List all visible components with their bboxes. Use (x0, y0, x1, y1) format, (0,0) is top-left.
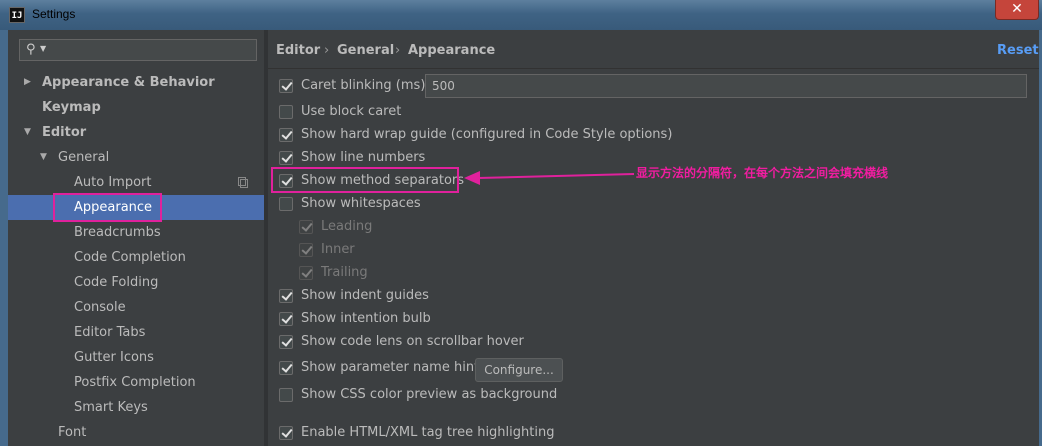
checkbox[interactable] (279, 105, 293, 119)
tree-item-label: Breadcrumbs (74, 225, 161, 240)
tree-item-label: Postfix Completion (74, 375, 196, 390)
breadcrumb-separator: › (324, 43, 330, 58)
highlight-box-method-separators (271, 167, 459, 193)
checkbox (299, 243, 313, 257)
tree-item-keymap[interactable]: Keymap (8, 95, 264, 120)
option-label: Show parameter name hints (301, 360, 486, 375)
highlight-box-appearance (53, 193, 162, 222)
reset-link[interactable]: Reset (997, 43, 1039, 58)
tree-item-label: Gutter Icons (74, 350, 154, 365)
project-settings-icon (238, 177, 248, 188)
checkbox[interactable] (279, 388, 293, 402)
search-icon: ⚲ (26, 42, 36, 57)
tree-item-smart-keys[interactable]: Smart Keys (8, 395, 264, 420)
breadcrumb-separator: › (395, 43, 401, 58)
option-label: Show hard wrap guide (configured in Code… (301, 127, 673, 142)
option-label: Inner (321, 242, 355, 257)
tree-item-font[interactable]: Font (8, 420, 264, 445)
option-label: Show line numbers (301, 150, 426, 165)
tree-item-label: Editor Tabs (74, 325, 146, 340)
title-bar: IJ Settings ✕ (0, 0, 1042, 30)
window-title: Settings (32, 7, 76, 21)
tree-item-code-folding[interactable]: Code Folding (8, 270, 264, 295)
breadcrumb-editor: Editor (276, 43, 321, 58)
tree-item-editor[interactable]: ▼ Editor (8, 120, 264, 145)
annotation-text: 显示方法的分隔符，在每个方法之间会填充横线 (636, 166, 889, 180)
tree-item-general[interactable]: ▼ General (8, 145, 264, 170)
tree-item-label: Console (74, 300, 126, 315)
checkbox[interactable] (279, 79, 293, 93)
tree-item-breadcrumbs[interactable]: Breadcrumbs (8, 220, 264, 245)
intellij-logo-icon: IJ (9, 7, 25, 23)
close-button[interactable]: ✕ (995, 0, 1039, 20)
chevron-down-icon[interactable]: ▼ (40, 145, 47, 170)
caret-blinking-input[interactable] (425, 74, 1027, 98)
checkbox[interactable] (279, 361, 293, 375)
option-label: Show CSS color preview as background (301, 387, 558, 402)
settings-search[interactable]: ⚲ ▼ (19, 39, 257, 61)
checkbox[interactable] (279, 312, 293, 326)
appearance-settings-panel: Editor › General › Appearance Reset Care… (268, 30, 1039, 446)
breadcrumb-general: General (337, 43, 395, 58)
tree-item-label: Font (58, 425, 87, 440)
breadcrumb-appearance: Appearance (408, 43, 496, 58)
option-label: Leading (321, 219, 373, 234)
checkbox[interactable] (279, 128, 293, 142)
chevron-down-icon[interactable]: ▼ (40, 44, 46, 53)
option-label: Show intention bulb (301, 311, 431, 326)
search-input[interactable] (50, 41, 254, 61)
checkbox[interactable] (279, 151, 293, 165)
tree-item-code-completion[interactable]: Code Completion (8, 245, 264, 270)
tree-item-label: Editor (42, 125, 87, 140)
tree-item-label: Code Folding (74, 275, 159, 290)
tree-item-label: Keymap (42, 100, 101, 115)
tree-item-label: Code Completion (74, 250, 186, 265)
tree-item-console[interactable]: Console (8, 295, 264, 320)
option-label: Caret blinking (ms): (301, 78, 430, 93)
option-label: Show indent guides (301, 288, 429, 303)
checkbox[interactable] (279, 335, 293, 349)
tree-item-postfix-completion[interactable]: Postfix Completion (8, 370, 264, 395)
chevron-down-icon[interactable]: ▼ (24, 120, 31, 145)
tree-item-label: Smart Keys (74, 400, 148, 415)
tree-item-auto-import[interactable]: Auto Import (8, 170, 264, 195)
checkbox[interactable] (279, 197, 293, 211)
tree-item-label: Appearance & Behavior (42, 75, 215, 90)
chevron-right-icon[interactable]: ▶ (24, 70, 31, 95)
configure-button[interactable]: Configure... (475, 358, 563, 382)
checkbox[interactable] (279, 289, 293, 303)
tree-item-label: General (58, 150, 110, 165)
option-label: Show whitespaces (301, 196, 421, 211)
tree-item-appearance-behavior[interactable]: ▶ Appearance & Behavior (8, 70, 264, 95)
annotation-arrow-icon (464, 171, 634, 185)
checkbox (299, 266, 313, 280)
checkbox[interactable] (279, 426, 293, 440)
tree-item-gutter-icons[interactable]: Gutter Icons (8, 345, 264, 370)
header-divider (268, 68, 1039, 69)
option-label: Enable HTML/XML tag tree highlighting (301, 425, 555, 440)
option-label: Trailing (321, 265, 368, 280)
tree-item-editor-tabs[interactable]: Editor Tabs (8, 320, 264, 345)
option-label: Show code lens on scrollbar hover (301, 334, 524, 349)
option-label: Use block caret (301, 104, 402, 119)
checkbox (299, 220, 313, 234)
tree-item-label: Auto Import (74, 175, 152, 190)
settings-sidebar: ⚲ ▼ ▶ Appearance & Behavior Keymap ▼ Edi… (8, 30, 264, 446)
